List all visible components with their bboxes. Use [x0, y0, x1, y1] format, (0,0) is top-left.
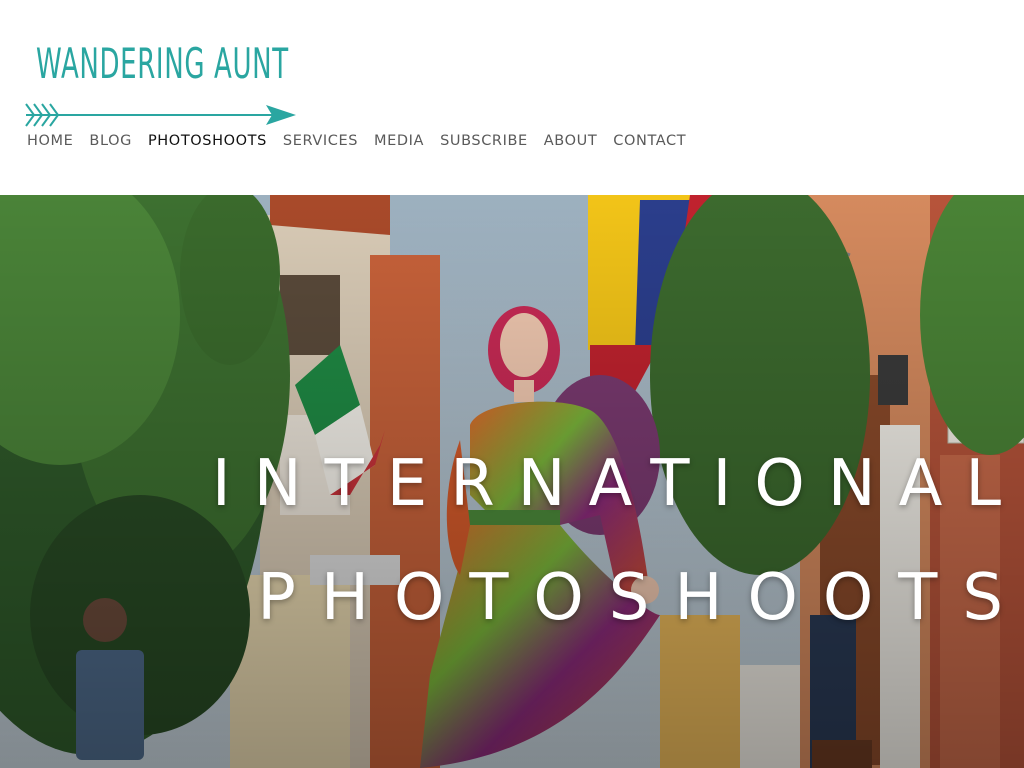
nav-about[interactable]: ABOUT — [544, 130, 598, 152]
site-logo[interactable]: WANDERING AUNT — [36, 36, 289, 92]
site-header: WANDERING AUNT HOME BLOG PHOTOSHOOTS SER… — [0, 0, 1024, 195]
arrow-divider-icon — [25, 103, 296, 127]
nav-contact[interactable]: CONTACT — [613, 130, 686, 152]
nav-photoshoots[interactable]: PHOTOSHOOTS — [148, 130, 267, 152]
hero-title-line2: PHOTOSHOOTS — [257, 561, 1024, 635]
main-nav: HOME BLOG PHOTOSHOOTS SERVICES MEDIA SUB… — [27, 130, 702, 152]
nav-media[interactable]: MEDIA — [374, 130, 424, 152]
nav-blog[interactable]: BLOG — [89, 130, 132, 152]
nav-subscribe[interactable]: SUBSCRIBE — [440, 130, 528, 152]
nav-home[interactable]: HOME — [27, 130, 73, 152]
hero-banner: INTERNATIONAL PHOTOSHOOTS — [0, 195, 1024, 768]
nav-services[interactable]: SERVICES — [283, 130, 358, 152]
hero-title-line1: INTERNATIONAL — [211, 447, 1024, 521]
